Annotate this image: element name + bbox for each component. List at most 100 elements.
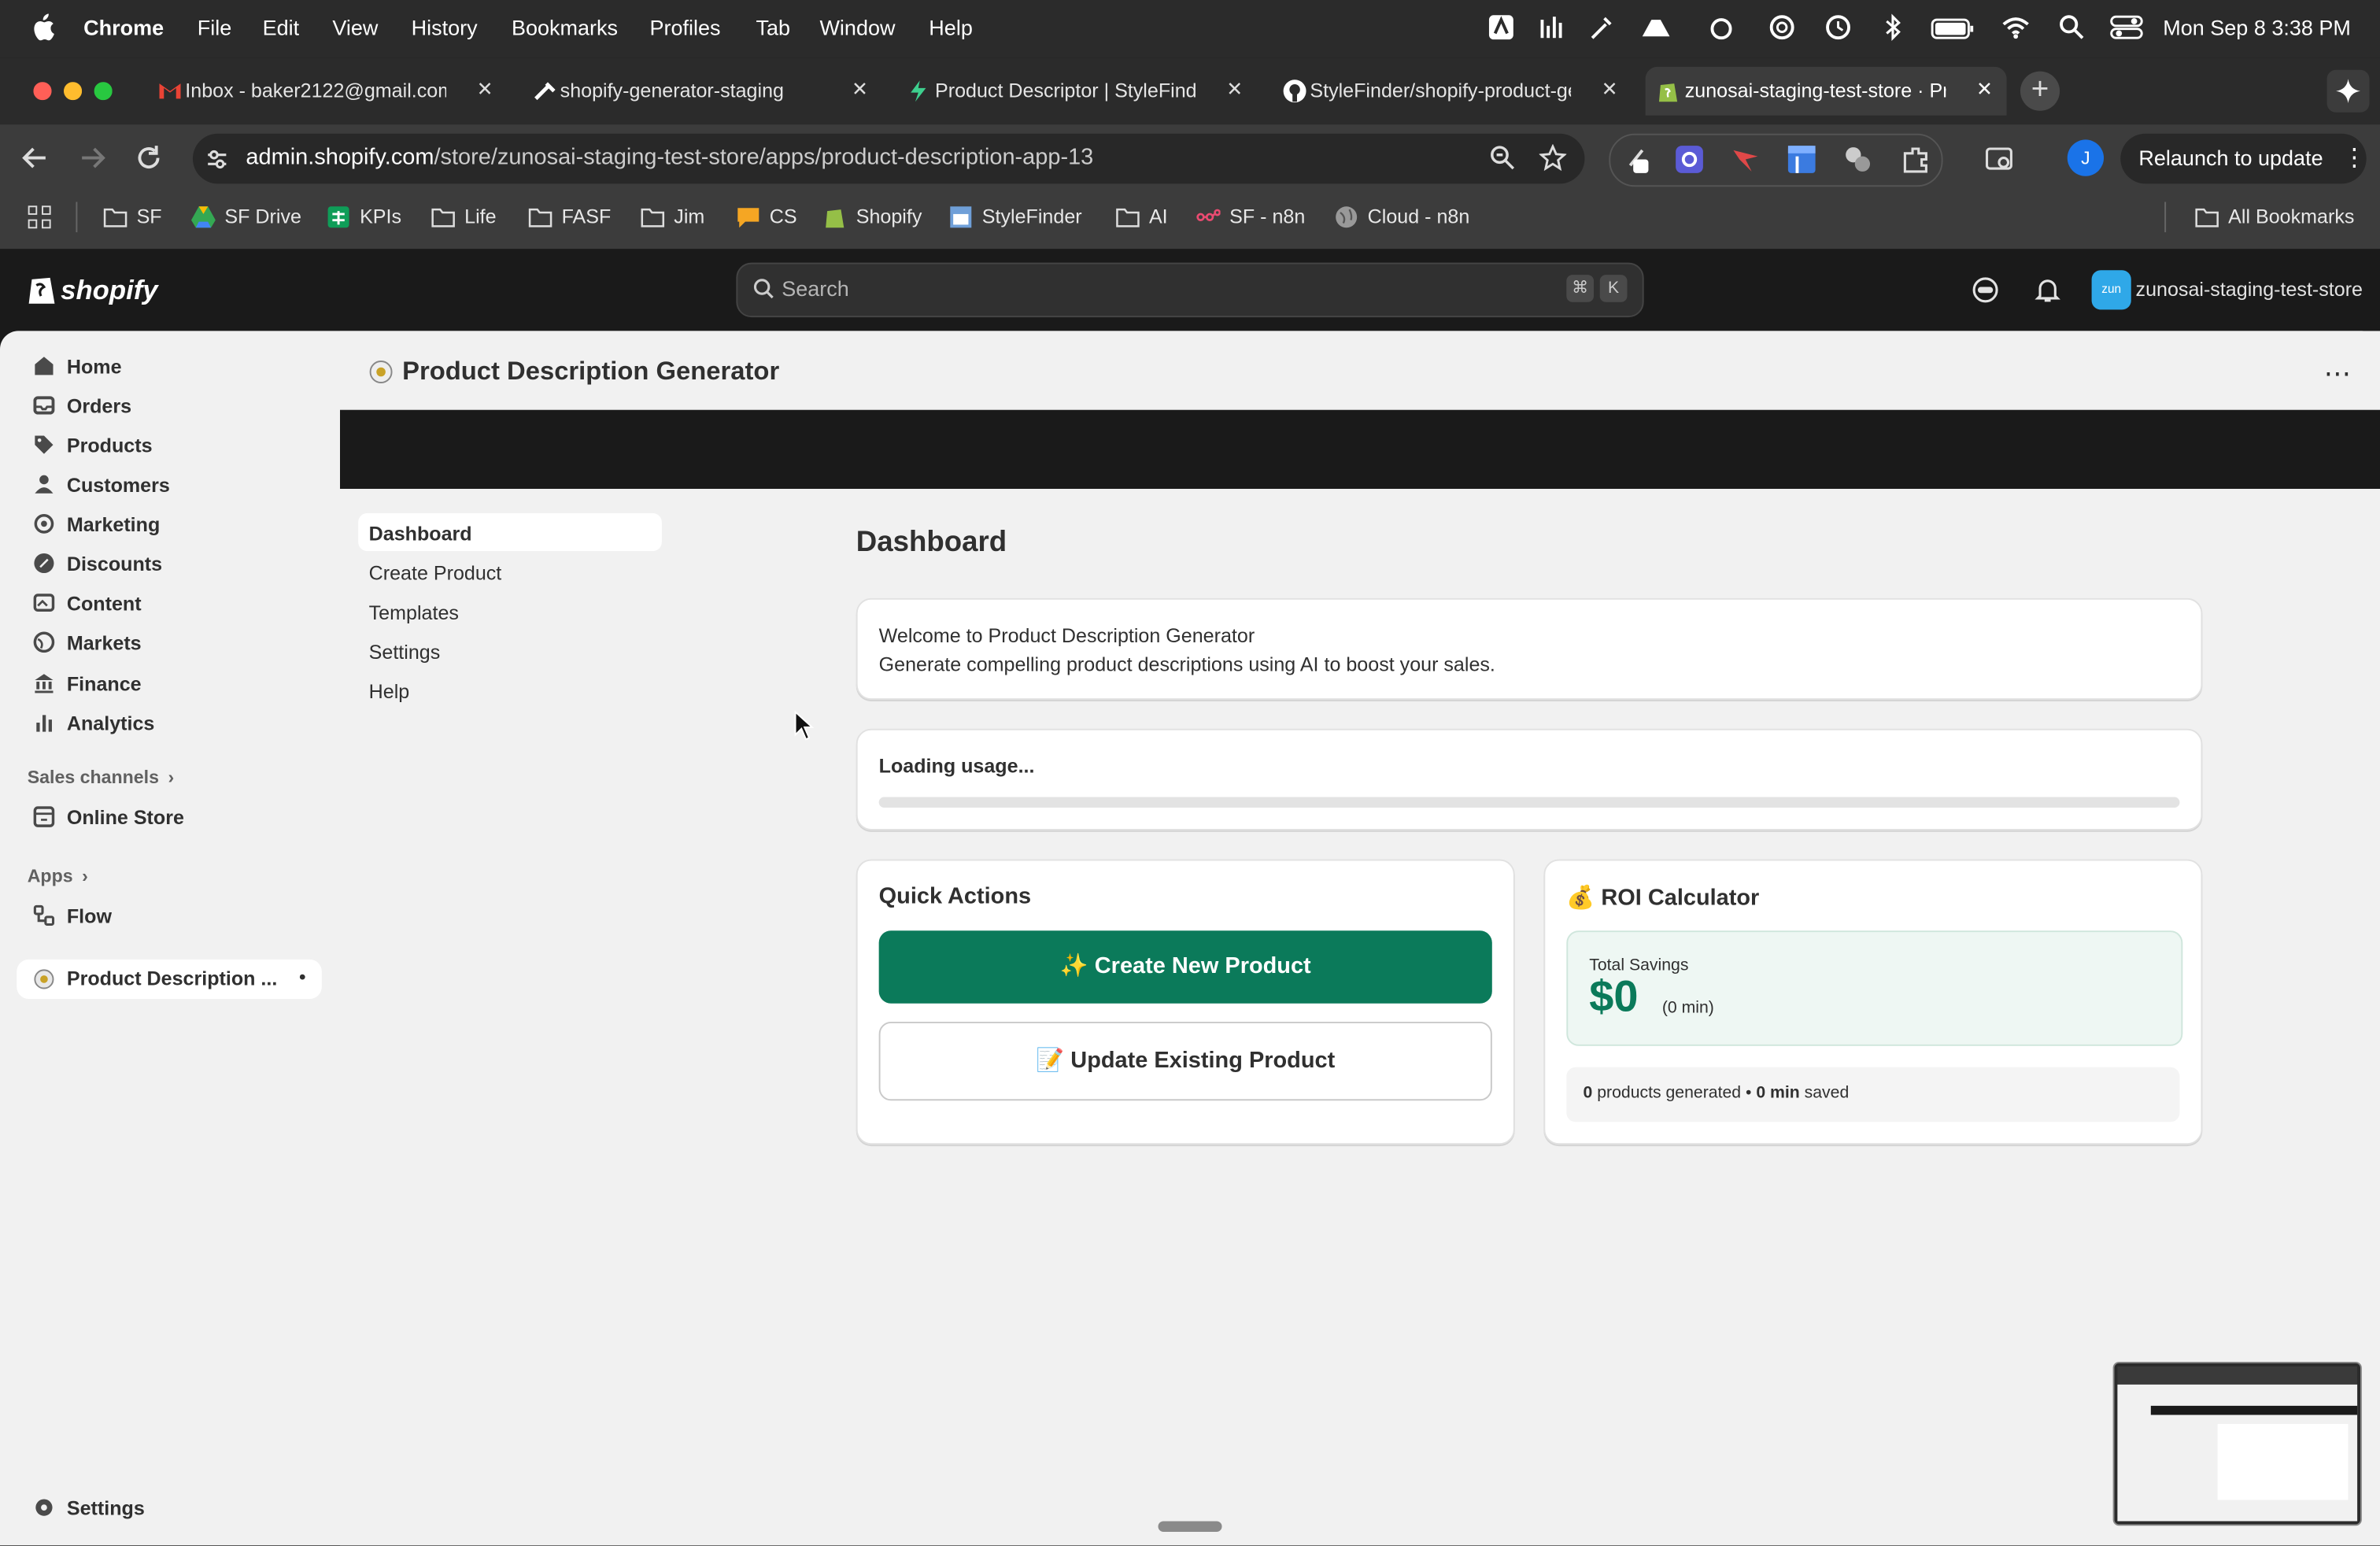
more-actions-icon[interactable]: ⋯: [2324, 358, 2352, 390]
bookmark-star-icon[interactable]: [1539, 144, 1567, 172]
forward-button[interactable]: [79, 146, 106, 170]
sidebar-section-apps[interactable]: Apps ›: [28, 865, 88, 886]
browser-tab[interactable]: StyleFinder/shopify-product-generator ✕: [1270, 67, 1632, 116]
tab-close-icon[interactable]: ✕: [1602, 77, 1618, 102]
tab-close-icon[interactable]: ✕: [852, 77, 868, 102]
sidebar-item-label: Online Store: [66, 806, 184, 830]
shortcut-key: ⌘: [1566, 275, 1595, 302]
site-settings-icon[interactable]: [203, 146, 231, 173]
status-drive-icon[interactable]: [1639, 13, 1672, 41]
new-tab-button[interactable]: +: [2020, 71, 2060, 111]
menu-window[interactable]: Window: [819, 15, 895, 39]
app-nav-settings[interactable]: Settings: [358, 631, 662, 669]
sidebar-item-label: Customers: [66, 473, 170, 497]
menu-app-name[interactable]: Chrome: [83, 15, 164, 39]
app-nav-create-product[interactable]: Create Product: [358, 553, 662, 590]
extension-puzzle-piece-icon[interactable]: [1842, 144, 1873, 175]
browser-tab[interactable]: Inbox - baker2122@gmail.com ✕: [146, 67, 507, 116]
store-avatar[interactable]: zun: [2091, 270, 2131, 310]
apps-grid-icon[interactable]: [28, 205, 52, 229]
folder-icon: [103, 208, 128, 227]
window-close-button[interactable]: [33, 82, 52, 101]
inbox-icon: [33, 396, 55, 415]
store-name[interactable]: zunosai-staging-test-store: [2136, 278, 2363, 301]
menu-file[interactable]: File: [198, 15, 232, 39]
app-nav-dashboard[interactable]: Dashboard: [358, 512, 662, 552]
tab-title: Inbox - baker2122@gmail.com: [185, 79, 447, 102]
menu-edit[interactable]: Edit: [263, 15, 300, 39]
sidekick-icon[interactable]: [1972, 276, 1999, 304]
menu-bookmarks[interactable]: Bookmarks: [512, 15, 618, 39]
gemini-button[interactable]: [2326, 69, 2370, 113]
sidebar-section-sales-channels[interactable]: Sales channels ›: [28, 767, 175, 788]
shopify-logo[interactable]: shopify: [28, 270, 158, 306]
back-button[interactable]: [21, 146, 49, 170]
app-nav-help[interactable]: Help: [358, 671, 662, 708]
zoom-icon[interactable]: [1489, 144, 1517, 172]
window-minimize-button[interactable]: [64, 82, 83, 101]
sidebar-item-label: Analytics: [66, 712, 155, 735]
menubar-clock[interactable]: Mon Sep 8 3:38 PM: [2163, 15, 2351, 39]
admin-search-input[interactable]: [736, 262, 1644, 318]
status-a-icon[interactable]: [1488, 13, 1515, 41]
notifications-bell-icon[interactable]: [2034, 276, 2061, 304]
extensions-menu-icon[interactable]: [1901, 144, 1931, 175]
extension-pen-icon[interactable]: [1624, 144, 1655, 175]
saved-label: saved: [1804, 1084, 1850, 1103]
menu-profiles[interactable]: Profiles: [649, 15, 720, 39]
address-url[interactable]: admin.shopify.com/store/zunosai-staging-…: [246, 144, 1093, 170]
extension-bird-icon[interactable]: [1731, 144, 1761, 175]
shopify-bag-icon: [28, 277, 55, 304]
pin-dot-icon[interactable]: •: [299, 966, 306, 989]
flow-icon: [33, 904, 55, 926]
window-zoom-button[interactable]: [94, 82, 113, 101]
status-openai-icon[interactable]: [1768, 13, 1796, 41]
control-center-icon[interactable]: [2110, 13, 2143, 41]
tab-close-icon[interactable]: ✕: [477, 77, 493, 102]
status-bars-icon[interactable]: [1538, 13, 1565, 41]
welcome-title: Welcome to Product Description Generator: [878, 623, 1255, 647]
bookmark-divider: [2164, 202, 2167, 233]
app-title: Product Description Generator: [402, 357, 780, 386]
shortcut-key: K: [1599, 275, 1628, 302]
extension-gear-icon[interactable]: [1674, 144, 1705, 175]
minutes-saved: 0 min: [1756, 1084, 1800, 1103]
update-existing-product-button[interactable]: 📝 Update Existing Product: [878, 1021, 1492, 1101]
usage-status: Loading usage...: [878, 754, 1035, 778]
menu-view[interactable]: View: [332, 15, 378, 39]
reload-button[interactable]: [135, 144, 163, 172]
search-placeholder: Search: [782, 276, 849, 301]
wifi-icon[interactable]: [2001, 13, 2031, 41]
person-icon: [35, 475, 54, 494]
extension-layout-icon[interactable]: [1787, 144, 1817, 175]
status-cloud-icon[interactable]: [1706, 13, 1737, 41]
browser-tab-active[interactable]: zunosai-staging-test-store · Product Des…: [1645, 66, 2007, 116]
status-timemachine-icon[interactable]: [1824, 13, 1852, 41]
bookmark-label: Life: [464, 205, 497, 228]
menu-history[interactable]: History: [412, 15, 478, 39]
app-header-band: [340, 409, 2380, 490]
products-count: 0: [1583, 1084, 1593, 1103]
relaunch-button[interactable]: Relaunch to update ⋮: [2120, 133, 2367, 184]
status-tool-icon[interactable]: [1587, 13, 1615, 41]
tab-close-icon[interactable]: ✕: [1226, 77, 1243, 102]
browser-tab[interactable]: Product Descriptor | StyleFinder ✕: [896, 67, 1257, 116]
menu-tab[interactable]: Tab: [756, 15, 790, 39]
tab-title: StyleFinder/shopify-product-generator: [1310, 79, 1571, 102]
screenshot-preview-thumbnail[interactable]: [2112, 1361, 2362, 1526]
create-new-product-button[interactable]: ✨ Create New Product: [878, 930, 1492, 1004]
app-nav-label: Help: [368, 680, 410, 703]
tab-search-icon[interactable]: [1985, 144, 2016, 175]
sidebar-item-current-app[interactable]: Product Description ... •: [17, 959, 322, 1000]
battery-icon[interactable]: [1931, 17, 1976, 41]
bluetooth-icon[interactable]: [1882, 13, 1903, 41]
browser-tab[interactable]: shopify-generator-staging ✕: [521, 67, 882, 116]
menu-help[interactable]: Help: [929, 15, 973, 39]
apple-icon[interactable]: [31, 13, 55, 41]
tab-close-icon[interactable]: ✕: [1976, 77, 1993, 102]
search-icon: [753, 278, 774, 299]
profile-avatar[interactable]: J: [2067, 139, 2105, 176]
app-nav-templates[interactable]: Templates: [358, 592, 662, 630]
spotlight-icon[interactable]: [2058, 13, 2086, 41]
drag-handle[interactable]: [1158, 1521, 1222, 1532]
